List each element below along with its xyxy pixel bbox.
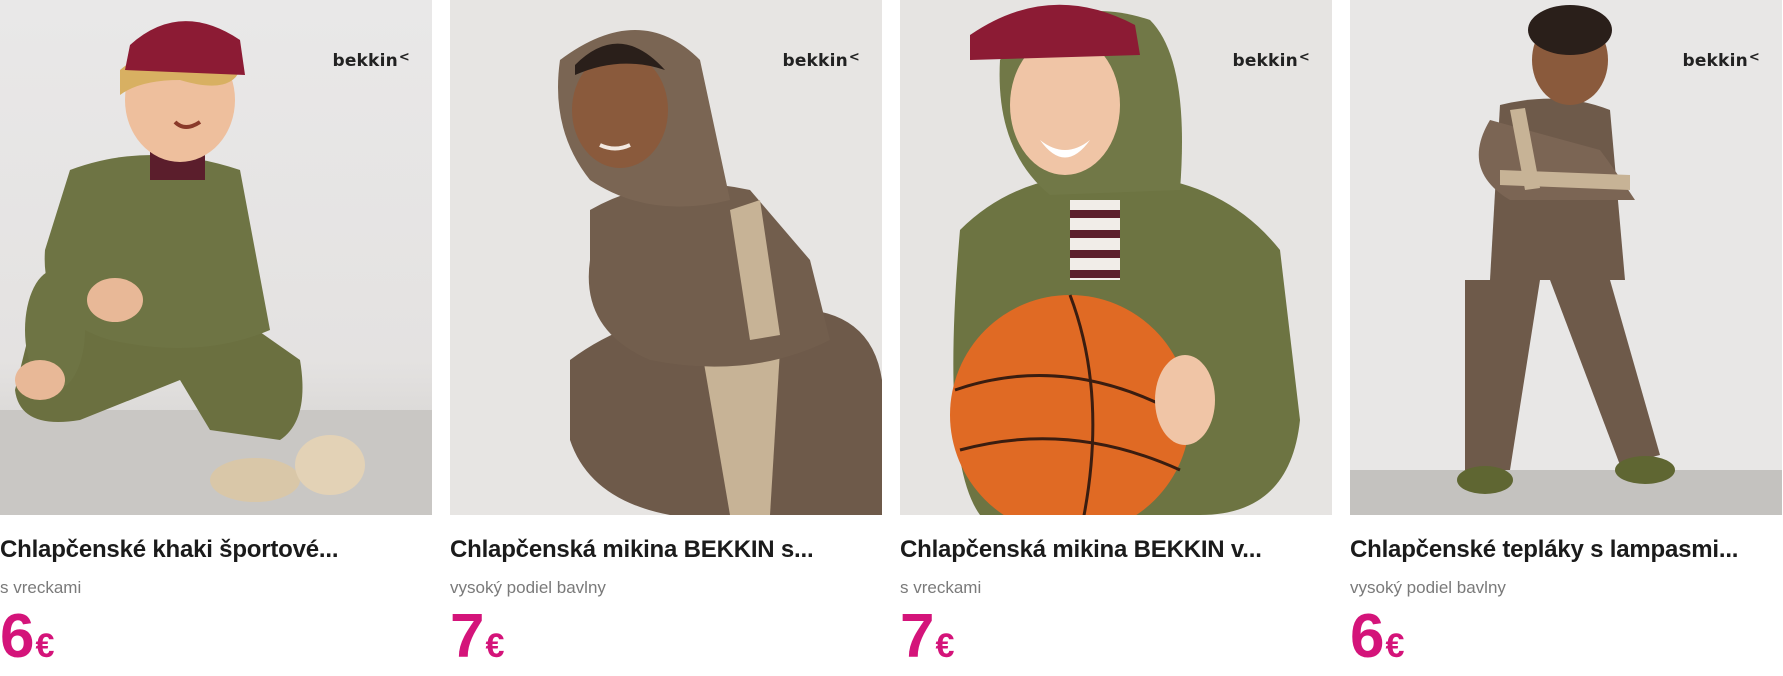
product-photo-illustration [0, 21, 432, 515]
product-price: 6€ [1350, 606, 1404, 668]
product-price: 7€ [450, 606, 504, 668]
product-price: 7€ [900, 606, 954, 668]
product-subtitle: vysoký podiel bavlny [450, 578, 606, 597]
product-title[interactable]: Chlapčenská mikina BEKKIN v... [900, 536, 1332, 564]
product-card[interactable]: bekkin< Chlapčenská mikina BEKKIN v... s… [900, 0, 1332, 676]
product-card[interactable]: bekkin< Chlapčenské tepláky s lampasmi..… [1350, 0, 1782, 676]
product-photo-illustration [900, 0, 1332, 515]
price-currency: € [35, 627, 55, 665]
product-image[interactable]: bekkin< [0, 0, 432, 515]
product-card[interactable]: bekkin< Chlapčenská mikina BEKKIN s... v… [450, 0, 882, 676]
price-currency: € [935, 627, 955, 665]
price-currency: € [485, 627, 505, 665]
product-image[interactable]: bekkin< [1350, 0, 1782, 515]
price-currency: € [1385, 627, 1405, 665]
price-amount: 7 [900, 602, 934, 671]
price-amount: 7 [450, 602, 484, 671]
product-grid: bekkin< Chlapčenské khaki športové... s … [0, 0, 1783, 676]
product-photo-illustration [450, 0, 882, 515]
product-subtitle: vysoký podiel bavlny [1350, 578, 1506, 597]
product-title[interactable]: Chlapčenské tepláky s lampasmi... [1350, 536, 1782, 564]
product-image[interactable]: bekkin< [450, 0, 882, 515]
product-price: 6€ [0, 606, 54, 668]
brand-logo: bekkin< [782, 50, 860, 71]
price-amount: 6 [1350, 602, 1384, 671]
product-subtitle: s vreckami [900, 578, 982, 597]
product-image[interactable]: bekkin< [900, 0, 1332, 515]
product-photo-illustration [1350, 0, 1782, 515]
brand-logo: bekkin< [1232, 50, 1310, 71]
product-title[interactable]: Chlapčenská mikina BEKKIN s... [450, 536, 882, 564]
product-title[interactable]: Chlapčenské khaki športové... [0, 536, 432, 564]
price-amount: 6 [0, 602, 34, 671]
product-card[interactable]: bekkin< Chlapčenské khaki športové... s … [0, 0, 432, 676]
brand-logo: bekkin< [1682, 50, 1760, 71]
product-subtitle: s vreckami [0, 578, 82, 597]
brand-logo: bekkin< [332, 50, 410, 71]
